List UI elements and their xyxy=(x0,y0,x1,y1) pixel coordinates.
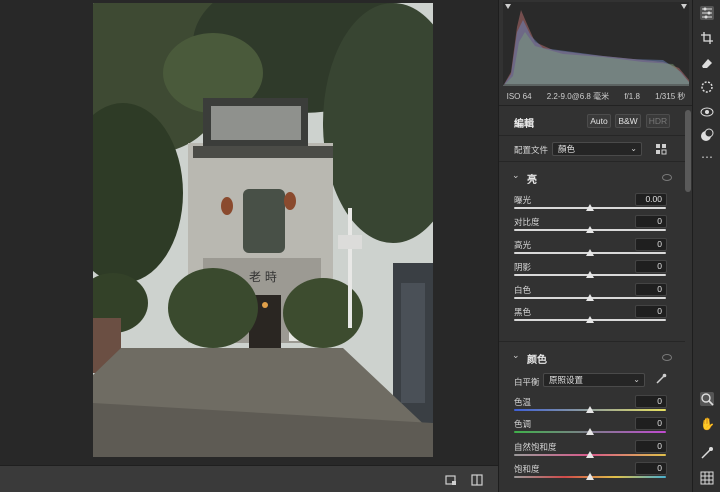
edit-header: 編輯 Auto B&W HDR xyxy=(499,108,685,136)
light-section: ⌄ 亮 曝光 0.00 对比度 0 高光 0 阴影 0 白色 0 黑色 0 xyxy=(499,162,685,342)
eye-icon[interactable] xyxy=(662,354,672,361)
slider-value-field[interactable]: 0 xyxy=(635,417,667,431)
slider-label: 曝光 xyxy=(514,195,532,205)
more-icon[interactable]: ⋯ xyxy=(700,150,714,164)
zoom-icon[interactable] xyxy=(700,392,714,406)
slider-label: 饱和度 xyxy=(514,464,540,475)
slider-row: 自然饱和度 0 xyxy=(499,439,685,461)
chevron-down-icon: ⌄ xyxy=(630,144,637,153)
chevron-down-icon[interactable]: ⌄ xyxy=(512,170,520,181)
slider-thumb[interactable] xyxy=(586,428,594,436)
exif-info: ISO 64 2.2-9.0@6.8 毫米 f/1.8 1/315 秒 xyxy=(499,88,693,106)
slider-row: 高光 0 xyxy=(499,237,685,259)
slider-value-field[interactable]: 0 xyxy=(635,439,667,453)
white-balance-dropdown[interactable]: 原照设置 ⌄ xyxy=(543,373,645,387)
slider-label: 阴影 xyxy=(514,262,532,273)
slider-value-field[interactable]: 0 xyxy=(635,237,667,251)
crop-icon[interactable] xyxy=(700,31,714,45)
slider-value-field[interactable]: 0 xyxy=(635,305,667,318)
eyedropper-icon[interactable] xyxy=(700,446,714,460)
slider-value-field[interactable]: 0 xyxy=(635,395,667,408)
profile-row: 配置文件 顏色 ⌄ xyxy=(499,136,685,162)
histogram xyxy=(503,2,689,86)
chevron-down-icon[interactable]: ⌄ xyxy=(512,350,520,361)
white-balance-label: 白平衡 xyxy=(514,377,540,387)
auto-button[interactable]: Auto xyxy=(587,114,611,128)
slider-value-field[interactable]: 0 xyxy=(635,215,667,229)
slider-row: 白色 0 xyxy=(499,282,685,304)
hand-icon[interactable]: ✋ xyxy=(700,417,715,431)
shutter: 1/315 秒 xyxy=(655,92,686,101)
highlight-clip-icon xyxy=(681,4,687,9)
light-title: 亮 xyxy=(527,175,537,186)
slider-thumb[interactable] xyxy=(586,473,594,481)
slider-row: 对比度 0 xyxy=(499,214,685,236)
slider-row: 色温 0 xyxy=(499,394,685,416)
eraser-icon[interactable] xyxy=(700,56,714,70)
slider-thumb[interactable] xyxy=(586,226,594,234)
sign-text: 老 時 xyxy=(249,270,277,284)
focal-length: 2.2-9.0@6.8 毫米 xyxy=(546,92,610,101)
slider-value-field[interactable]: 0 xyxy=(635,260,667,274)
bw-button[interactable]: B&W xyxy=(615,114,641,128)
shadow-clip-icon xyxy=(505,4,511,9)
chevron-down-icon: ⌄ xyxy=(633,375,640,384)
profile-browser-icon[interactable] xyxy=(655,143,667,155)
bottom-bar xyxy=(0,465,498,492)
slider-thumb[interactable] xyxy=(586,271,594,279)
redeye-icon[interactable] xyxy=(700,105,714,119)
sliders-icon[interactable] xyxy=(700,6,714,20)
frame-icon[interactable] xyxy=(444,473,458,487)
slider-label: 色温 xyxy=(514,397,532,407)
slider-thumb[interactable] xyxy=(586,450,594,458)
slider-thumb[interactable] xyxy=(586,293,594,301)
tool-strip: ⋯ ✋ xyxy=(692,0,720,492)
slider-row: 色调 0 xyxy=(499,416,685,438)
slider-label: 高光 xyxy=(514,239,532,250)
profile-dropdown[interactable]: 顏色 ⌄ xyxy=(552,142,642,156)
photo-image: 老 時 xyxy=(93,3,433,457)
gear-icon[interactable] xyxy=(700,80,714,94)
slider-thumb[interactable] xyxy=(586,406,594,413)
edit-title: 編輯 xyxy=(514,119,534,130)
color-title: 颜色 xyxy=(527,355,547,366)
slider-value-field[interactable]: 0 xyxy=(635,462,667,476)
iso: ISO 64 xyxy=(506,92,532,101)
slider-value-field[interactable]: 0.00 xyxy=(635,193,667,206)
slider-row: 饱和度 0 xyxy=(499,461,685,483)
slider-label: 自然饱和度 xyxy=(514,441,557,452)
grid-icon[interactable] xyxy=(700,471,714,485)
slider-row: 黑色 0 xyxy=(499,304,685,326)
color-section: ⌄ 颜色 白平衡 原照设置 ⌄ 色温 0 色调 0 自然饱和度 0 饱和度 0 xyxy=(499,342,685,492)
edit-panel: ISO 64 2.2-9.0@6.8 毫米 f/1.8 1/315 秒 編輯 A… xyxy=(498,0,693,492)
white-balance-value: 原照设置 xyxy=(549,375,584,385)
slider-thumb[interactable] xyxy=(586,248,594,256)
photo[interactable]: 老 時 xyxy=(93,3,433,457)
slider-label: 黑色 xyxy=(514,307,532,317)
profile-label: 配置文件 xyxy=(514,145,549,155)
eye-icon[interactable] xyxy=(662,174,672,181)
eyedropper-icon[interactable] xyxy=(655,373,667,385)
slider-thumb[interactable] xyxy=(586,316,594,323)
mask-icon[interactable] xyxy=(700,128,714,142)
panel-scrollbar[interactable] xyxy=(685,110,691,192)
aperture: f/1.8 xyxy=(624,92,640,101)
slider-label: 对比度 xyxy=(514,217,540,228)
image-canvas: 老 時 xyxy=(0,0,498,465)
slider-row: 曝光 0.00 xyxy=(499,192,685,214)
slider-row: 阴影 0 xyxy=(499,259,685,281)
hdr-button[interactable]: HDR xyxy=(646,114,670,128)
profile-value: 顏色 xyxy=(558,144,576,154)
slider-value-field[interactable]: 0 xyxy=(635,282,667,296)
slider-label: 白色 xyxy=(514,284,532,295)
compare-icon[interactable] xyxy=(470,473,484,487)
slider-thumb[interactable] xyxy=(586,204,594,211)
slider-label: 色调 xyxy=(514,419,532,430)
